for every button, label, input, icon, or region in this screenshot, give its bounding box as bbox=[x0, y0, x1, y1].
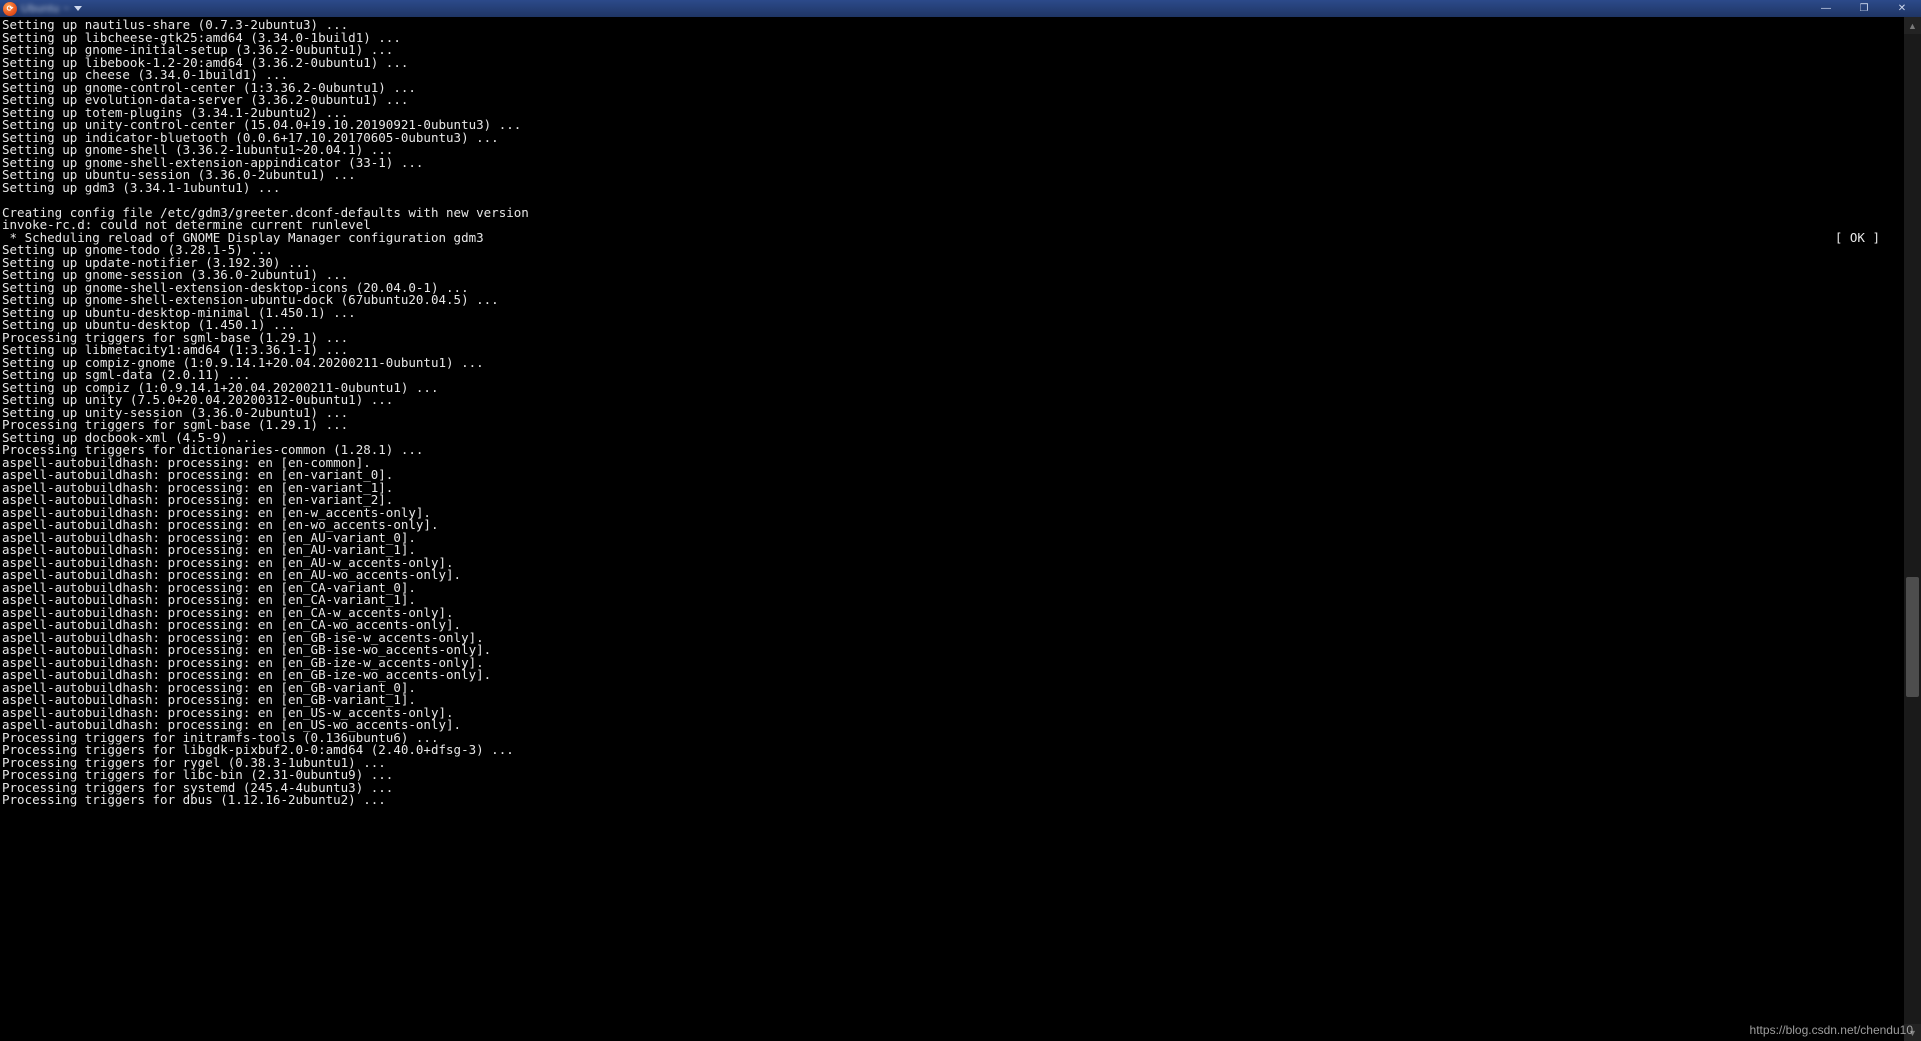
window-titlebar[interactable]: ⟳ Ubuntu ~ — ❐ ✕ bbox=[0, 0, 1921, 17]
window-controls: — ❐ ✕ bbox=[1807, 0, 1921, 17]
watermark-text: https://blog.csdn.net/chendu10 bbox=[1750, 1023, 1913, 1037]
window-title: Ubuntu ~ bbox=[21, 3, 70, 15]
maximize-button[interactable]: ❐ bbox=[1845, 0, 1883, 17]
close-button[interactable]: ✕ bbox=[1883, 0, 1921, 17]
terminal-output[interactable]: Setting up nautilus-share (0.7.3-2ubuntu… bbox=[0, 17, 1904, 1041]
terminal-line: Setting up ubuntu-session (3.36.0-2ubunt… bbox=[2, 169, 1904, 182]
scroll-up-icon[interactable]: ▲ bbox=[1904, 17, 1921, 34]
ok-status-tag: [ OK ] bbox=[1835, 232, 1904, 245]
scrollbar-thumb[interactable] bbox=[1906, 577, 1919, 697]
terminal-line: Setting up compiz-gnome (1:0.9.14.1+20.0… bbox=[2, 357, 1904, 370]
chevron-down-icon[interactable] bbox=[74, 6, 82, 11]
terminal-line-ok: * Scheduling reload of GNOME Display Man… bbox=[2, 232, 1904, 245]
vertical-scrollbar[interactable]: ▲ ▼ bbox=[1904, 17, 1921, 1041]
terminal-container: Setting up nautilus-share (0.7.3-2ubuntu… bbox=[0, 17, 1921, 1041]
ubuntu-icon: ⟳ bbox=[3, 2, 17, 16]
minimize-button[interactable]: — bbox=[1807, 0, 1845, 17]
terminal-line: Processing triggers for dbus (1.12.16-2u… bbox=[2, 794, 1904, 807]
terminal-line: Processing triggers for sgml-base (1.29.… bbox=[2, 419, 1904, 432]
terminal-line: Setting up gdm3 (3.34.1-1ubuntu1) ... bbox=[2, 182, 1904, 195]
